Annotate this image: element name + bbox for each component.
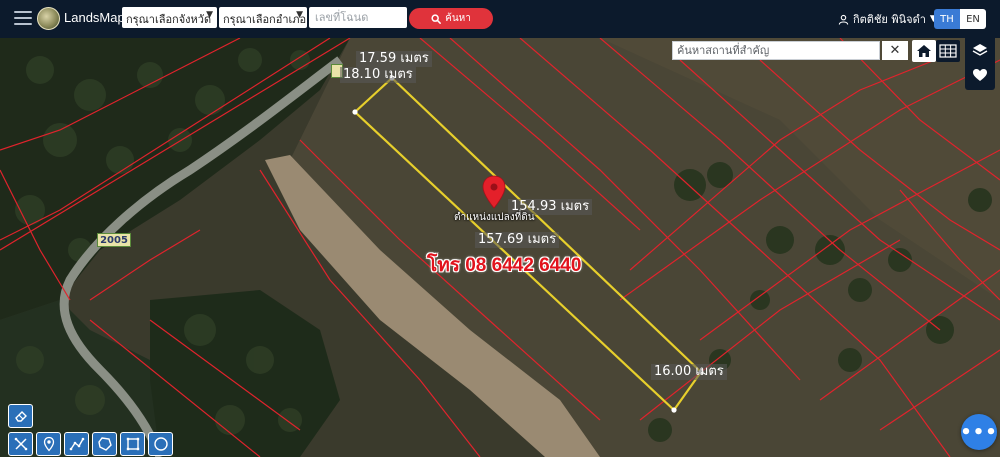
- polygon-icon: [97, 437, 112, 451]
- place-search-input[interactable]: [672, 41, 880, 60]
- grid-icon: [939, 44, 957, 58]
- lang-th-button[interactable]: TH: [934, 9, 960, 29]
- home-button[interactable]: [912, 40, 936, 62]
- road-number-label: 2005: [97, 233, 131, 247]
- deed-number-input[interactable]: [309, 7, 407, 28]
- user-icon: [838, 14, 849, 25]
- dimension-label: 17.59 เมตร: [356, 51, 432, 67]
- ruler-cross-icon: [14, 437, 27, 451]
- district-select-value: กรุณาเลือกอำเภอ: [223, 13, 307, 26]
- dimension-label: 16.00 เมตร: [651, 364, 727, 380]
- more-options-button[interactable]: •••: [960, 414, 997, 450]
- pin-label: ตำแหน่งแปลงที่ดิน: [454, 212, 535, 223]
- menu-icon[interactable]: [14, 11, 32, 26]
- lang-en-button[interactable]: EN: [960, 9, 986, 29]
- search-button[interactable]: ค้นหา: [409, 8, 493, 29]
- top-navbar: LandsMaps กรุณาเลือกจังหวัด ▼ กรุณาเลือก…: [0, 0, 1000, 38]
- search-icon: [431, 13, 442, 24]
- user-menu[interactable]: กิตติชัย พินิจดำ ▼: [838, 10, 937, 28]
- district-select[interactable]: กรุณาเลือกอำเภอ ▼: [219, 7, 307, 28]
- map-marker-icon: [43, 436, 54, 452]
- eraser-tool-button[interactable]: [8, 404, 33, 428]
- eraser-icon: [14, 411, 27, 422]
- search-button-label: ค้นหา: [445, 13, 471, 24]
- province-select[interactable]: กรุณาเลือกจังหวัด ▼: [122, 7, 217, 28]
- rectangle-icon: [126, 437, 139, 451]
- province-select-value: กรุณาเลือกจังหวัด: [126, 13, 212, 26]
- layers-button[interactable]: [972, 43, 988, 59]
- grid-toggle-button[interactable]: [936, 40, 960, 62]
- favorite-button[interactable]: [972, 67, 988, 83]
- polyline-tool-button[interactable]: [64, 432, 89, 456]
- map-side-panel: [965, 38, 995, 90]
- heart-icon: [973, 69, 987, 81]
- map-view[interactable]: 2005 17.59 เมตร 18.10 เมตร 154.93 เมตร 1…: [0, 38, 1000, 457]
- close-icon[interactable]: ✕: [882, 41, 908, 60]
- plot-vertex[interactable]: [671, 407, 677, 413]
- plot-vertex[interactable]: [352, 109, 358, 115]
- chevron-down-icon: ▼: [206, 10, 213, 20]
- measure-tool-button[interactable]: [8, 432, 33, 456]
- user-name: กิตติชัย พินิจดำ: [853, 13, 926, 26]
- circle-tool-button[interactable]: [148, 432, 173, 456]
- phone-watermark: โทร 08 6442 6440: [427, 255, 582, 276]
- dimension-label: 157.69 เมตร: [475, 232, 560, 248]
- marker-tool-button[interactable]: [36, 432, 61, 456]
- landsmaps-logo-icon[interactable]: [37, 7, 60, 30]
- rectangle-tool-button[interactable]: [120, 432, 145, 456]
- polyline-icon: [69, 437, 84, 451]
- circle-icon: [153, 437, 168, 451]
- dimension-label: 18.10 เมตร: [340, 67, 416, 83]
- polygon-tool-button[interactable]: [92, 432, 117, 456]
- home-icon: [917, 45, 931, 57]
- layers-icon: [972, 44, 988, 56]
- chevron-down-icon: ▼: [296, 10, 303, 20]
